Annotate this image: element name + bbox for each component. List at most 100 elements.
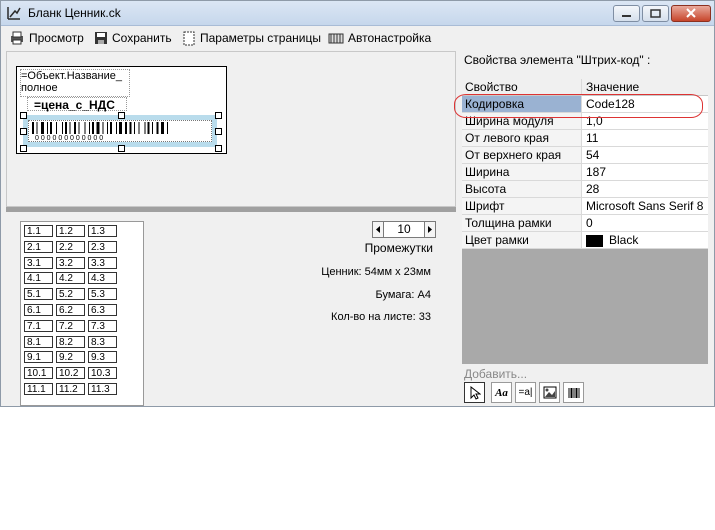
- pointer-icon: [470, 385, 481, 400]
- layout-cell: 6.3: [88, 304, 117, 316]
- page-setup-label: Параметры страницы: [200, 31, 321, 45]
- property-value[interactable]: 0: [582, 215, 708, 232]
- field-tool-button[interactable]: =a|: [515, 382, 536, 403]
- property-value[interactable]: 187: [582, 164, 708, 181]
- barcode-bar: [110, 122, 112, 134]
- price-tag-label[interactable]: =Объект.Название_ полное =цена_с_НДС 0 0…: [16, 66, 227, 154]
- layout-cell: 6.1: [24, 304, 53, 316]
- barcode-bar: [152, 122, 153, 134]
- barcode-bar: [96, 122, 100, 134]
- spacing-decrease-button[interactable]: [372, 221, 384, 238]
- auto-setup-label: Автонастройка: [348, 31, 432, 45]
- resize-handle[interactable]: [215, 145, 222, 152]
- property-name: Толщина рамки: [462, 215, 582, 232]
- label-design-canvas[interactable]: =Объект.Название_ полное =цена_с_НДС 0 0…: [6, 51, 456, 207]
- barcode-bar: [147, 122, 150, 134]
- layout-cell: 1.1: [24, 225, 53, 237]
- property-value[interactable]: 11: [582, 130, 708, 147]
- property-value[interactable]: Microsoft Sans Serif 8: [582, 198, 708, 215]
- image-tool-button[interactable]: [539, 382, 560, 403]
- barcode-bar: [116, 122, 117, 134]
- barcode-bar: [119, 122, 122, 134]
- barcode-tool-button[interactable]: [563, 382, 584, 403]
- field-price-text: =цена_с_НДС: [34, 98, 115, 112]
- arrow-left-icon: [376, 226, 380, 233]
- resize-handle[interactable]: [20, 112, 27, 119]
- save-button[interactable]: Сохранить: [94, 29, 172, 47]
- layout-cell: 11.3: [88, 383, 117, 395]
- text-tool-button[interactable]: Aa: [491, 382, 512, 403]
- printer-icon: [11, 31, 23, 45]
- layout-cell: 1.3: [88, 225, 117, 237]
- resize-handle[interactable]: [118, 112, 125, 119]
- property-name: Высота: [462, 181, 582, 198]
- layout-cell: 11.2: [56, 383, 85, 395]
- close-button[interactable]: [671, 5, 711, 22]
- layout-cell: 2.1: [24, 240, 53, 253]
- property-row[interactable]: Цвет рамки Black: [462, 232, 708, 249]
- field-price[interactable]: =цена_с_НДС: [27, 97, 127, 112]
- save-icon: [95, 32, 107, 44]
- add-caption: Добавить...: [464, 367, 528, 381]
- resize-handle[interactable]: [20, 145, 27, 152]
- preview-button[interactable]: Просмотр: [9, 29, 84, 47]
- barcode-bar: [134, 122, 135, 134]
- barcode-digits: 0 0 0 0 0 0 0 0 0 0 0 0: [35, 135, 103, 141]
- field-product-name[interactable]: =Объект.Название_ полное: [20, 69, 130, 97]
- property-name: От левого края: [462, 130, 582, 147]
- sheet-layout-grid: 1.1 1.2 1.3 2.1 2.2 2.3 3.1 3.2 3.3 4.1 4.2 4.3 5.1 5…: [20, 221, 144, 406]
- maximize-icon: [650, 9, 661, 18]
- property-row[interactable]: Ширина 187: [462, 164, 708, 181]
- page-icon: [183, 31, 195, 45]
- property-value-text: Black: [609, 233, 639, 247]
- barcode-bar: [36, 122, 38, 134]
- layout-cell: 6.2: [56, 304, 85, 316]
- layout-cell: 8.3: [88, 335, 117, 348]
- layout-cell: 5.1: [24, 288, 53, 301]
- resize-handle[interactable]: [215, 112, 222, 119]
- barcode-bar: [32, 122, 34, 134]
- barcode-icon: 0 0 0 0 0 0 0 0 0 0 0 0: [32, 122, 168, 142]
- barcode-bar: [69, 122, 71, 134]
- property-row[interactable]: Толщина рамки 0: [462, 215, 708, 232]
- image-icon: [543, 386, 556, 399]
- barcode-bar: [84, 122, 86, 134]
- layout-cell: 3.1: [24, 256, 53, 269]
- layout-cell: 7.3: [88, 319, 117, 332]
- property-value[interactable]: 28: [582, 181, 708, 198]
- title-bar: Бланк Ценник.ck: [1, 1, 714, 26]
- layout-cell: 4.1: [24, 272, 53, 285]
- auto-setup-button[interactable]: Автонастройка: [328, 29, 431, 47]
- layout-cell: 9.1: [24, 351, 53, 364]
- splitter[interactable]: [6, 207, 456, 212]
- resize-handle[interactable]: [215, 128, 222, 135]
- property-row[interactable]: От верхнего края 54: [462, 147, 708, 164]
- save-label: Сохранить: [112, 31, 172, 45]
- property-row[interactable]: От левого края 11: [462, 130, 708, 147]
- spacing-value[interactable]: 10: [384, 221, 424, 238]
- window-title: Бланк Ценник.ck: [28, 6, 121, 20]
- layout-cell: 5.3: [88, 288, 117, 301]
- spacing-increase-button[interactable]: [424, 221, 436, 238]
- auto-setup-icon: [328, 33, 344, 44]
- app-window: Бланк Ценник.ck Просмотр Сохранить Парам…: [0, 0, 715, 407]
- property-value[interactable]: Black: [582, 232, 708, 249]
- spacing-spinner[interactable]: 10: [372, 221, 436, 238]
- barcode-bar: [56, 122, 57, 134]
- property-value[interactable]: 54: [582, 147, 708, 164]
- tag-size-text: Ценник: 54мм x 23мм: [321, 266, 431, 278]
- resize-handle[interactable]: [20, 128, 27, 135]
- layout-cell: 11.1: [24, 383, 53, 395]
- page-setup-button[interactable]: Параметры страницы: [182, 29, 321, 47]
- resize-handle[interactable]: [118, 145, 125, 152]
- highlight-annotation: [454, 94, 703, 118]
- layout-cell: 7.2: [56, 319, 85, 332]
- barcode-element[interactable]: 0 0 0 0 0 0 0 0 0 0 0 0: [23, 115, 217, 147]
- barcode-bar: [78, 122, 80, 134]
- pointer-tool-button[interactable]: [464, 382, 485, 403]
- property-row[interactable]: Шрифт Microsoft Sans Serif 8: [462, 198, 708, 215]
- minimize-button[interactable]: [613, 5, 640, 22]
- maximize-button[interactable]: [642, 5, 669, 22]
- barcode-bar: [102, 122, 104, 134]
- property-row[interactable]: Высота 28: [462, 181, 708, 198]
